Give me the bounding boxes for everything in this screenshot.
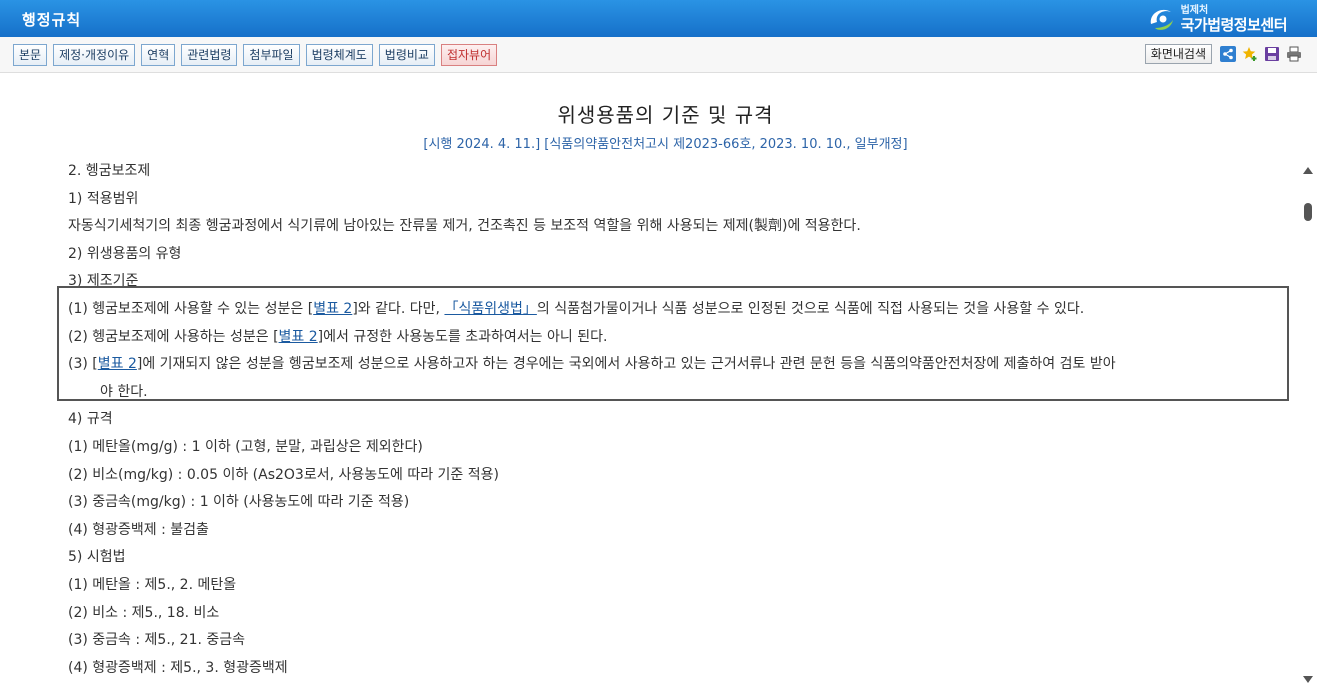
food-sanitation-act-link[interactable]: 「식품위생법」 — [444, 301, 536, 317]
document-body: 2. 헹굼보조제 1) 적용범위 자동식기세척기의 최종 헹굼과정에서 식기류에… — [68, 158, 1288, 683]
tab-revision-reason[interactable]: 제정·개정이유 — [53, 44, 136, 66]
spec-item: (2) 비소(mg/kg) : 0.05 이하 (As2O3로서, 사용농도에 … — [68, 466, 499, 483]
tab-law-compare[interactable]: 법령비교 — [378, 44, 435, 66]
brand-logo[interactable]: 법제처 국가법령정보센터 — [1147, 3, 1288, 35]
scroll-down-arrow-icon[interactable] — [1303, 676, 1313, 683]
print-icon[interactable] — [1285, 45, 1303, 63]
clause-3-continued: 야 한다. — [100, 383, 148, 400]
test-method-item: (2) 비소 : 제5., 18. 비소 — [68, 604, 220, 621]
tab-article-viewer[interactable]: 접자뷰어 — [440, 44, 498, 66]
spec-item: (4) 형광증백제 : 불검출 — [68, 521, 209, 538]
annex-2-link[interactable]: 별표 2 — [98, 356, 137, 372]
clause-text: 의 식품첨가물이거나 식품 성분으로 인정된 것으로 식품에 직접 사용되는 것… — [536, 300, 1085, 317]
clause-text: ]에 기재되지 않은 성분을 헹굼보조제 성분으로 사용하고자 하는 경우에는 … — [136, 356, 1116, 373]
subsection-heading: 3) 제조기준 — [68, 273, 139, 290]
tab-main-text[interactable]: 본문 — [13, 44, 48, 66]
in-page-search-button[interactable]: 화면내검색 — [1144, 44, 1212, 64]
scrollbar-thumb[interactable] — [1304, 203, 1312, 221]
favorite-add-icon[interactable] — [1241, 45, 1259, 63]
document-title: 위생용품의 기준 및 규격 — [557, 103, 774, 127]
app-title: 행정규칙 — [22, 11, 82, 29]
subsection-heading: 5) 시험법 — [68, 549, 126, 566]
clause-text: ]에서 규정한 사용농도를 초과하여서는 아니 된다. — [317, 328, 608, 345]
tab-law-structure[interactable]: 법령체계도 — [305, 44, 373, 66]
clause-text: (1) 헹굼보조제에 사용할 수 있는 성분은 [ — [68, 300, 314, 317]
share-icon[interactable] — [1219, 45, 1237, 63]
tab-history[interactable]: 연혁 — [141, 44, 176, 66]
test-method-item: (3) 중금속 : 제5., 21. 중금속 — [68, 632, 246, 649]
clause-2: (2) 헹굼보조제에 사용하는 성분은 [별표 2]에서 규정한 사용농도를 초… — [68, 324, 1288, 352]
subsection-heading: 2) 위생용품의 유형 — [68, 245, 182, 262]
swirl-logo-icon — [1150, 9, 1173, 30]
clause-3: (3) [별표 2]에 기재되지 않은 성분을 헹굼보조제 성분으로 사용하고자… — [68, 351, 1288, 379]
clause-1: (1) 헹굼보조제에 사용할 수 있는 성분은 [별표 2]와 같다. 다만, … — [68, 296, 1288, 324]
document-enforcement-info: [시행 2024. 4. 11.] [식품의약품안전처고시 제2023-66호,… — [423, 137, 908, 152]
brand-ministry-label: 법제처 — [1180, 4, 1209, 16]
scroll-up-arrow-icon[interactable] — [1303, 167, 1313, 174]
brand-center-label: 국가법령정보센터 — [1180, 15, 1288, 34]
toolbar-tools: 화면내검색 — [1144, 44, 1303, 64]
tab-attachments[interactable]: 첨부파일 — [243, 44, 300, 66]
paragraph: 자동식기세척기의 최종 헹굼과정에서 식기류에 남아있는 잔류물 제거, 건조촉… — [68, 218, 861, 235]
subsection-heading: 1) 적용범위 — [68, 190, 139, 207]
spec-item: (1) 메탄올(mg/g) : 1 이하 (고형, 분말, 과립상은 제외한다) — [68, 438, 423, 455]
title-bar: 행정규칙 법제처 국가법령정보센터 — [0, 0, 1317, 37]
test-method-item: (1) 메탄올 : 제5., 2. 메탄올 — [68, 576, 237, 593]
section-heading: 2. 헹굼보조제 — [68, 163, 151, 179]
toolbar: 본문 제정·개정이유 연혁 관련법령 첨부파일 법령체계도 법령비교 접자뷰어 … — [0, 37, 1317, 73]
spec-item: (3) 중금속(mg/kg) : 1 이하 (사용농도에 따라 기준 적용) — [68, 494, 410, 511]
annex-2-link[interactable]: 별표 2 — [313, 301, 352, 317]
doc-tabs: 본문 제정·개정이유 연혁 관련법령 첨부파일 법령체계도 법령비교 접자뷰어 — [13, 44, 498, 66]
clause-text: (2) 헹굼보조제에 사용하는 성분은 [ — [68, 328, 279, 345]
tab-related-laws[interactable]: 관련법령 — [181, 44, 238, 66]
save-icon[interactable] — [1263, 45, 1281, 63]
test-method-item: (4) 형광증백제 : 제5., 3. 형광증백제 — [68, 659, 288, 676]
annex-2-link[interactable]: 별표 2 — [279, 329, 318, 345]
vertical-scrollbar[interactable] — [1301, 163, 1315, 683]
clause-text: ]와 같다. 다만, — [352, 300, 445, 317]
clause-text: (3) [ — [68, 356, 98, 373]
subsection-heading: 4) 규격 — [68, 411, 113, 428]
